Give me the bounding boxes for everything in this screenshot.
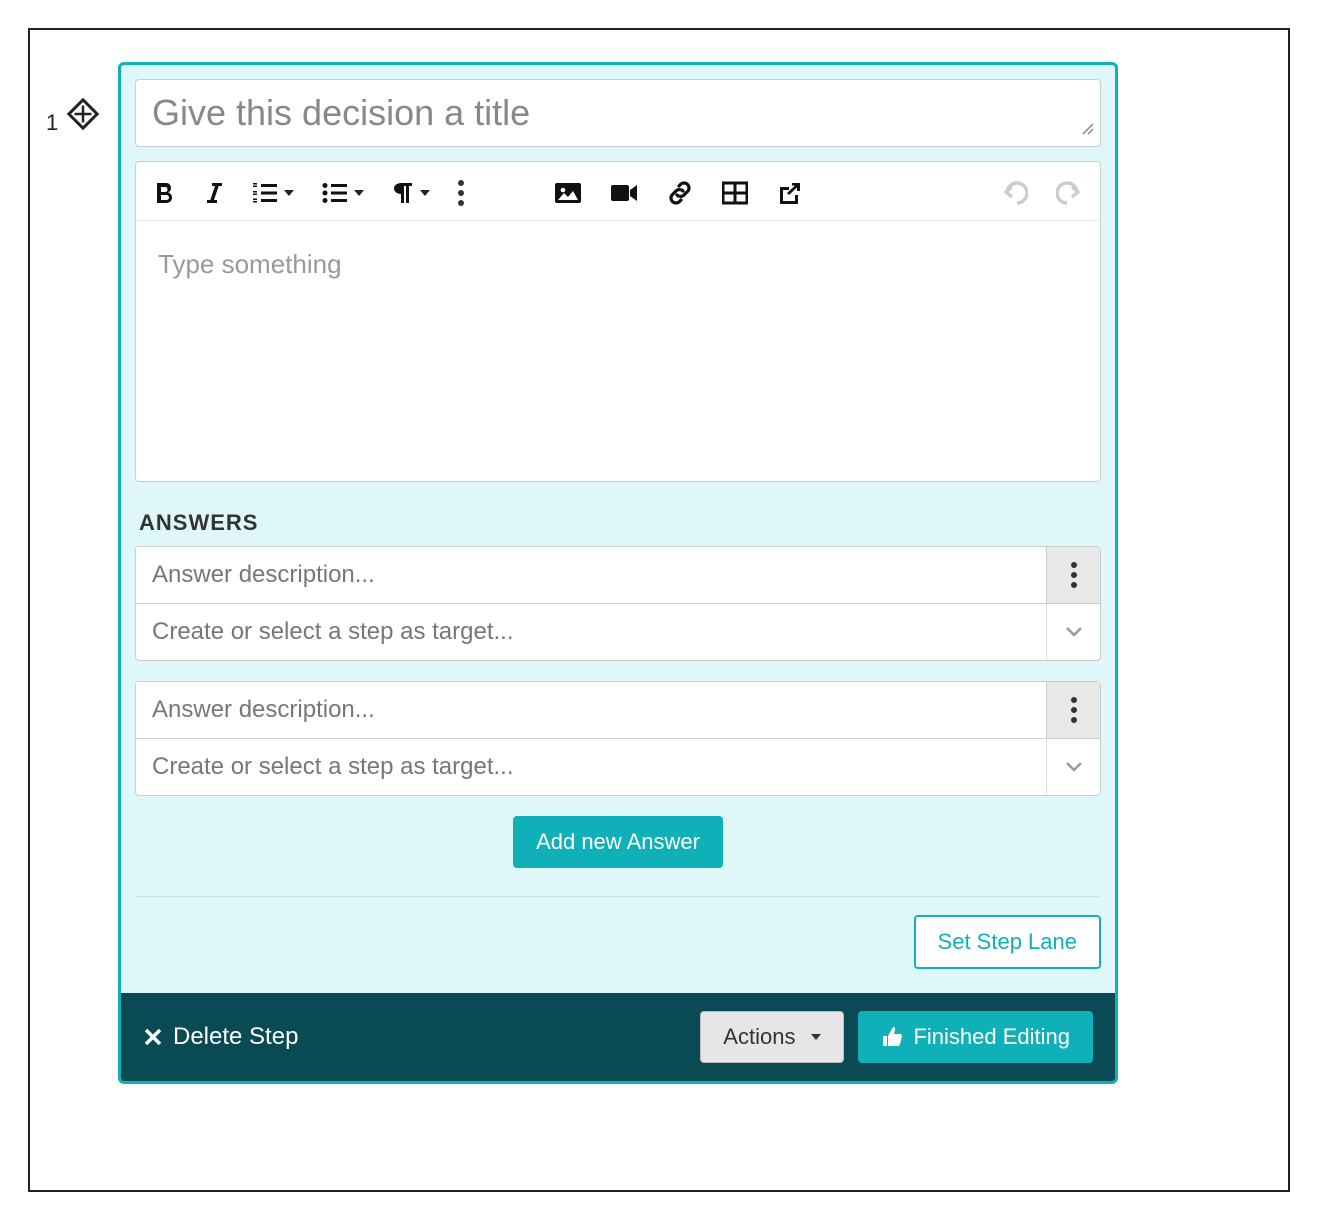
insert-link-button[interactable] — [666, 180, 694, 206]
add-answer-row: Add new Answer — [135, 816, 1101, 868]
bold-icon — [154, 181, 176, 205]
answer-block: Create or select a step as target... — [135, 546, 1101, 661]
actions-button[interactable]: Actions — [700, 1011, 844, 1063]
bold-button[interactable] — [154, 181, 176, 205]
actions-label: Actions — [723, 1024, 795, 1050]
answer-more-button[interactable] — [1046, 547, 1100, 603]
card-body: Type something ANSWERS Create or select … — [121, 65, 1115, 993]
ordered-list-icon — [252, 181, 278, 205]
toolbar-format-group — [154, 180, 464, 206]
chevron-down-icon — [354, 190, 364, 196]
chevron-down-icon — [1065, 761, 1083, 773]
italic-icon — [204, 181, 224, 205]
more-vertical-icon — [1071, 562, 1077, 588]
decision-diamond-icon — [61, 92, 105, 136]
answer-target-dropdown[interactable] — [1046, 604, 1100, 660]
insert-image-button[interactable] — [554, 181, 582, 205]
undo-button[interactable] — [1002, 181, 1028, 205]
card-footer: Delete Step Actions Finished Editing — [121, 993, 1115, 1081]
page-container: 1 — [28, 28, 1290, 1192]
delete-step-label: Delete Step — [173, 1023, 298, 1051]
answer-target-select[interactable]: Create or select a step as target... — [136, 739, 1046, 795]
set-lane-row: Set Step Lane — [135, 911, 1101, 979]
redo-button[interactable] — [1056, 181, 1082, 205]
video-icon — [610, 182, 638, 204]
more-vertical-icon — [458, 180, 464, 206]
finished-editing-label: Finished Editing — [913, 1024, 1070, 1050]
step-badge: 1 — [46, 92, 105, 136]
add-answer-button[interactable]: Add new Answer — [513, 816, 723, 868]
more-vertical-icon — [1071, 697, 1077, 723]
editor-box: Type something — [135, 161, 1101, 482]
ordered-list-button[interactable] — [252, 181, 294, 205]
close-icon — [143, 1027, 163, 1047]
answer-description-input[interactable] — [136, 682, 1046, 738]
insert-table-button[interactable] — [722, 181, 748, 205]
redo-icon — [1056, 181, 1082, 205]
external-link-icon — [776, 181, 802, 205]
divider — [135, 896, 1101, 897]
italic-button[interactable] — [204, 181, 224, 205]
step-card: Type something ANSWERS Create or select … — [118, 62, 1118, 1084]
answer-target-select[interactable]: Create or select a step as target... — [136, 604, 1046, 660]
chevron-down-icon — [811, 1034, 821, 1040]
delete-step-button[interactable]: Delete Step — [143, 1023, 298, 1051]
link-icon — [666, 180, 694, 206]
toolbar-history-group — [1002, 181, 1082, 205]
title-input[interactable] — [135, 79, 1101, 147]
title-field-wrap — [135, 79, 1101, 147]
editor-toolbar — [136, 162, 1100, 221]
chevron-down-icon — [284, 190, 294, 196]
resize-grip-icon[interactable] — [1081, 122, 1095, 141]
answer-description-input[interactable] — [136, 547, 1046, 603]
more-format-button[interactable] — [458, 180, 464, 206]
answers-heading: ANSWERS — [135, 510, 1101, 536]
paragraph-icon — [392, 181, 414, 205]
unordered-list-icon — [322, 181, 348, 205]
set-step-lane-button[interactable]: Set Step Lane — [914, 915, 1101, 969]
image-icon — [554, 181, 582, 205]
answer-target-dropdown[interactable] — [1046, 739, 1100, 795]
chevron-down-icon — [420, 190, 430, 196]
table-icon — [722, 181, 748, 205]
finished-editing-button[interactable]: Finished Editing — [858, 1011, 1093, 1063]
editor-content[interactable]: Type something — [136, 221, 1100, 481]
paragraph-format-button[interactable] — [392, 181, 430, 205]
insert-video-button[interactable] — [610, 182, 638, 204]
toolbar-insert-group — [554, 180, 802, 206]
thumbs-up-icon — [881, 1026, 903, 1048]
undo-icon — [1002, 181, 1028, 205]
step-index: 1 — [46, 110, 58, 136]
open-external-button[interactable] — [776, 181, 802, 205]
unordered-list-button[interactable] — [322, 181, 364, 205]
answer-block: Create or select a step as target... — [135, 681, 1101, 796]
answer-more-button[interactable] — [1046, 682, 1100, 738]
chevron-down-icon — [1065, 626, 1083, 638]
